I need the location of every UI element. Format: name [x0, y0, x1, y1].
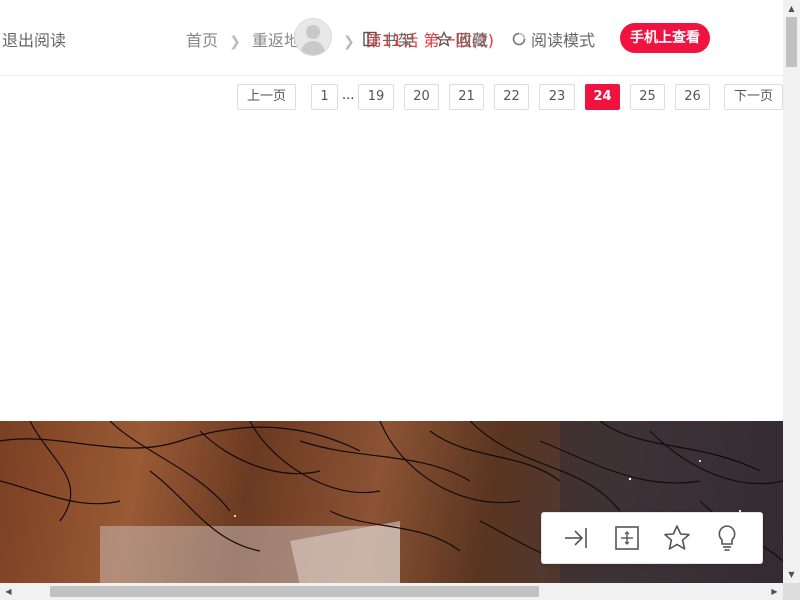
scroll-right-arrow-icon[interactable]: ▶	[766, 583, 783, 600]
page-button[interactable]: 23	[539, 84, 575, 110]
page-button[interactable]: 21	[449, 84, 484, 110]
vertical-scroll-thumb[interactable]	[786, 17, 797, 67]
star-icon[interactable]	[662, 523, 692, 553]
page-button-current[interactable]: 24	[585, 84, 620, 110]
next-page-button[interactable]: 下一页	[724, 84, 783, 110]
reader-toolbar	[541, 512, 763, 564]
favorite-button[interactable]: 收藏	[436, 27, 488, 51]
scrollbar-corner	[783, 583, 800, 600]
view-on-mobile-button[interactable]: 手机上查看	[620, 23, 710, 53]
page-button[interactable]: 25	[630, 84, 665, 110]
vertical-scrollbar[interactable]: ▲ ▼	[783, 0, 800, 583]
reading-mode-button[interactable]: 阅读模式	[511, 27, 595, 51]
breadcrumb-home[interactable]: 首页	[186, 27, 218, 51]
reader-header: 退出阅读 首页 ❯ 重返地 ❯ 第11话 第一回(2) 书架 收藏 阅读模式 手…	[0, 0, 783, 76]
breadcrumb-comic[interactable]: 重返地	[252, 27, 300, 51]
lightbulb-icon[interactable]	[712, 523, 742, 553]
page-button[interactable]: 22	[494, 84, 529, 110]
reading-mode-label: 阅读模式	[531, 31, 596, 50]
fit-page-icon[interactable]	[612, 523, 642, 553]
star-outline-icon	[436, 31, 452, 47]
page-button[interactable]: 1	[311, 84, 338, 110]
scroll-left-arrow-icon[interactable]: ◀	[0, 583, 17, 600]
chevron-right-icon: ❯	[343, 34, 355, 50]
pagination: 上一页 1 ... 19 20 21 22 23 24 25 26 下一页	[0, 84, 783, 110]
prev-page-button[interactable]: 上一页	[237, 84, 296, 110]
chevron-right-icon: ❯	[229, 34, 241, 50]
page-button[interactable]: 20	[404, 84, 439, 110]
favorite-label: 收藏	[456, 31, 489, 50]
page-button[interactable]: 26	[675, 84, 710, 110]
book-icon	[363, 31, 377, 47]
bookshelf-label: 书架	[382, 31, 415, 50]
scroll-up-arrow-icon[interactable]: ▲	[783, 0, 800, 17]
scroll-down-arrow-icon[interactable]: ▼	[783, 566, 800, 583]
jump-to-end-icon[interactable]	[561, 523, 591, 553]
refresh-icon	[512, 32, 526, 46]
exit-reading-link[interactable]: 退出阅读	[2, 27, 66, 51]
horizontal-scroll-thumb[interactable]	[50, 586, 539, 597]
horizontal-scrollbar[interactable]: ◀ ▶	[0, 583, 783, 600]
page-button[interactable]: 19	[358, 84, 394, 110]
pagination-ellipsis: ...	[342, 88, 355, 103]
avatar[interactable]	[294, 18, 332, 56]
bookshelf-button[interactable]: 书架	[362, 27, 414, 51]
